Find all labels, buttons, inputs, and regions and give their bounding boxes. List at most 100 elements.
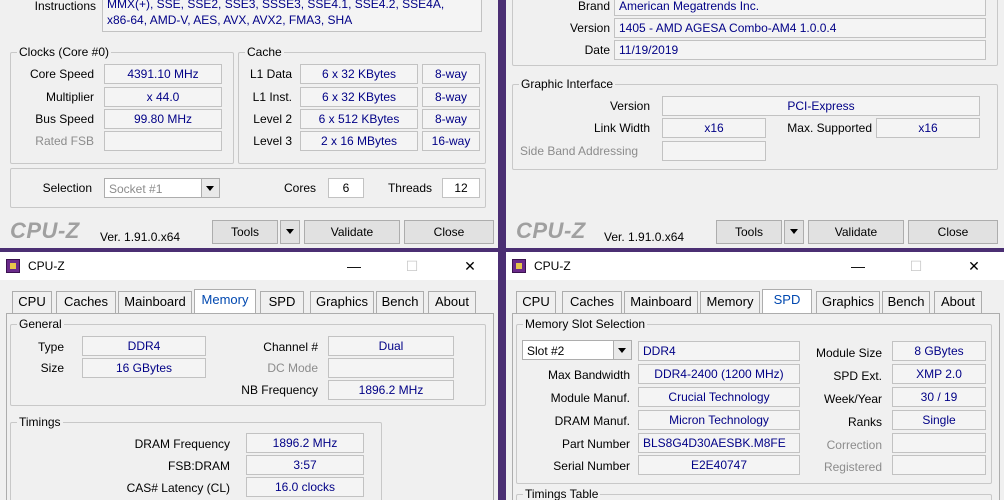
dram-manuf-value: Micron Technology (638, 410, 800, 430)
tab-caches[interactable]: Caches (562, 291, 622, 313)
ranks-value: Single (892, 410, 986, 430)
fsb-dram-value: 3:57 (246, 455, 364, 475)
l1-data-value: 6 x 32 KBytes (300, 64, 418, 84)
timings-table-group: Timings Table (516, 487, 992, 500)
level-2-label: Level 2 (253, 112, 292, 126)
tab-mainboard[interactable]: Mainboard (624, 291, 698, 313)
window-close-button[interactable]: ✕ (456, 256, 484, 276)
size-label: Size (40, 361, 64, 375)
max-bandwidth-value: DDR4-2400 (1200 MHz) (638, 364, 800, 384)
side-band-value (662, 141, 766, 161)
tab-about[interactable]: About (934, 291, 982, 313)
date-value: 11/19/2019 (614, 40, 986, 60)
tab-graphics[interactable]: Graphics (310, 291, 374, 313)
dc-mode-value (328, 358, 454, 378)
type-value: DDR4 (82, 336, 206, 356)
tab-cpu[interactable]: CPU (12, 291, 52, 313)
level-3-value: 2 x 16 MBytes (300, 131, 418, 151)
core-speed-value: 4391.10 MHz (104, 64, 222, 84)
week-year-value: 30 / 19 (892, 387, 986, 407)
nb-frequency-value: 1896.2 MHz (328, 380, 454, 400)
multiplier-value: x 44.0 (104, 87, 222, 107)
instructions-value: MMX(+), SSE, SSE2, SSE3, SSSE3, SSE4.1, … (102, 0, 482, 32)
brand-label: Brand (577, 0, 610, 13)
cpuz-app-icon (512, 259, 526, 273)
registered-label: Registered (823, 460, 882, 474)
window-close-button[interactable]: ✕ (960, 256, 988, 276)
window-title: CPU-Z (534, 259, 571, 273)
module-size-value: 8 GBytes (892, 341, 986, 361)
rated-fsb-label: Rated FSB (35, 134, 94, 148)
tab-spd[interactable]: SPD (260, 291, 304, 313)
link-width-label: Link Width (593, 121, 650, 135)
l1-data-label: L1 Data (249, 67, 292, 81)
tab-graphics[interactable]: Graphics (816, 291, 880, 313)
minimize-button[interactable]: — (340, 256, 368, 276)
date-label: Date (584, 43, 610, 57)
version-text: Ver. 1.91.0.x64 (604, 230, 685, 244)
l1-inst-way: 8-way (422, 87, 480, 107)
tab-cpu[interactable]: CPU (516, 291, 556, 313)
tools-dropdown-button[interactable] (280, 220, 300, 244)
bus-speed-value: 99.80 MHz (104, 109, 222, 129)
cpuz-app-icon (6, 259, 20, 273)
rated-fsb-value (104, 131, 222, 151)
timings-table-title: Timings Table (523, 487, 601, 500)
tab-caches[interactable]: Caches (56, 291, 116, 313)
level-3-way: 16-way (422, 131, 480, 151)
maximize-button[interactable]: ☐ (398, 256, 426, 276)
tools-dropdown-button[interactable] (784, 220, 804, 244)
correction-label: Correction (826, 438, 882, 452)
tools-button[interactable]: Tools (212, 220, 278, 244)
socket-select-value: Socket #1 (109, 182, 163, 196)
title-bar: CPU-Z — ☐ ✕ (506, 252, 1004, 280)
version-text: Ver. 1.91.0.x64 (100, 230, 181, 244)
tools-button[interactable]: Tools (716, 220, 782, 244)
module-manuf-label: Module Manuf. (550, 391, 630, 405)
module-manuf-value: Crucial Technology (638, 387, 800, 407)
close-button[interactable]: Close (404, 220, 494, 244)
serial-number-value: E2E40747 (638, 455, 800, 475)
dram-frequency-value: 1896.2 MHz (246, 433, 364, 453)
close-button[interactable]: Close (908, 220, 998, 244)
tab-memory[interactable]: Memory (700, 291, 760, 313)
l1-inst-value: 6 x 32 KBytes (300, 87, 418, 107)
cpuz-window-cpu: Instructions MMX(+), SSE, SSE2, SSE3, SS… (0, 0, 498, 248)
tab-mainboard[interactable]: Mainboard (118, 291, 192, 313)
chevron-down-icon (201, 179, 219, 197)
level-2-way: 8-way (422, 109, 480, 129)
clocks-title: Clocks (Core #0) (17, 45, 112, 59)
cas-latency-value: 16.0 clocks (246, 477, 364, 497)
multiplier-label: Multiplier (45, 90, 94, 104)
bios-version-label: Version (569, 21, 610, 35)
max-supported-value: x16 (876, 118, 980, 138)
ranks-label: Ranks (847, 415, 882, 429)
correction-value (892, 433, 986, 453)
window-title: CPU-Z (28, 259, 65, 273)
validate-button[interactable]: Validate (304, 220, 400, 244)
nb-frequency-label: NB Frequency (241, 383, 318, 397)
l1-inst-label: L1 Inst. (252, 90, 292, 104)
tab-bench[interactable]: Bench (882, 291, 930, 313)
memory-slot-title: Memory Slot Selection (523, 317, 648, 331)
minimize-button[interactable]: — (844, 256, 872, 276)
maximize-button[interactable]: ☐ (902, 256, 930, 276)
tab-bench[interactable]: Bench (376, 291, 424, 313)
level-3-label: Level 3 (253, 134, 292, 148)
slot-type-value: DDR4 (638, 341, 800, 361)
selection-label: Selection (42, 181, 92, 195)
gi-version-value: PCI-Express (662, 96, 980, 116)
validate-button[interactable]: Validate (808, 220, 904, 244)
bios-version-value: 1405 - AMD AGESA Combo-AM4 1.0.0.4 (614, 18, 986, 38)
max-supported-label: Max. Supported (787, 121, 872, 135)
timings-title: Timings (17, 415, 63, 429)
tab-memory[interactable]: Memory (194, 289, 256, 313)
tab-spd[interactable]: SPD (762, 289, 812, 313)
socket-select[interactable]: Socket #1 (104, 178, 220, 198)
side-band-label: Side Band Addressing (520, 144, 639, 158)
slot-select[interactable]: Slot #2 (522, 340, 632, 360)
part-number-value: BLS8G4D30AESBK.M8FE (638, 433, 800, 453)
tab-about[interactable]: About (428, 291, 476, 313)
max-bandwidth-label: Max Bandwidth (547, 368, 630, 382)
level-2-value: 6 x 512 KBytes (300, 109, 418, 129)
